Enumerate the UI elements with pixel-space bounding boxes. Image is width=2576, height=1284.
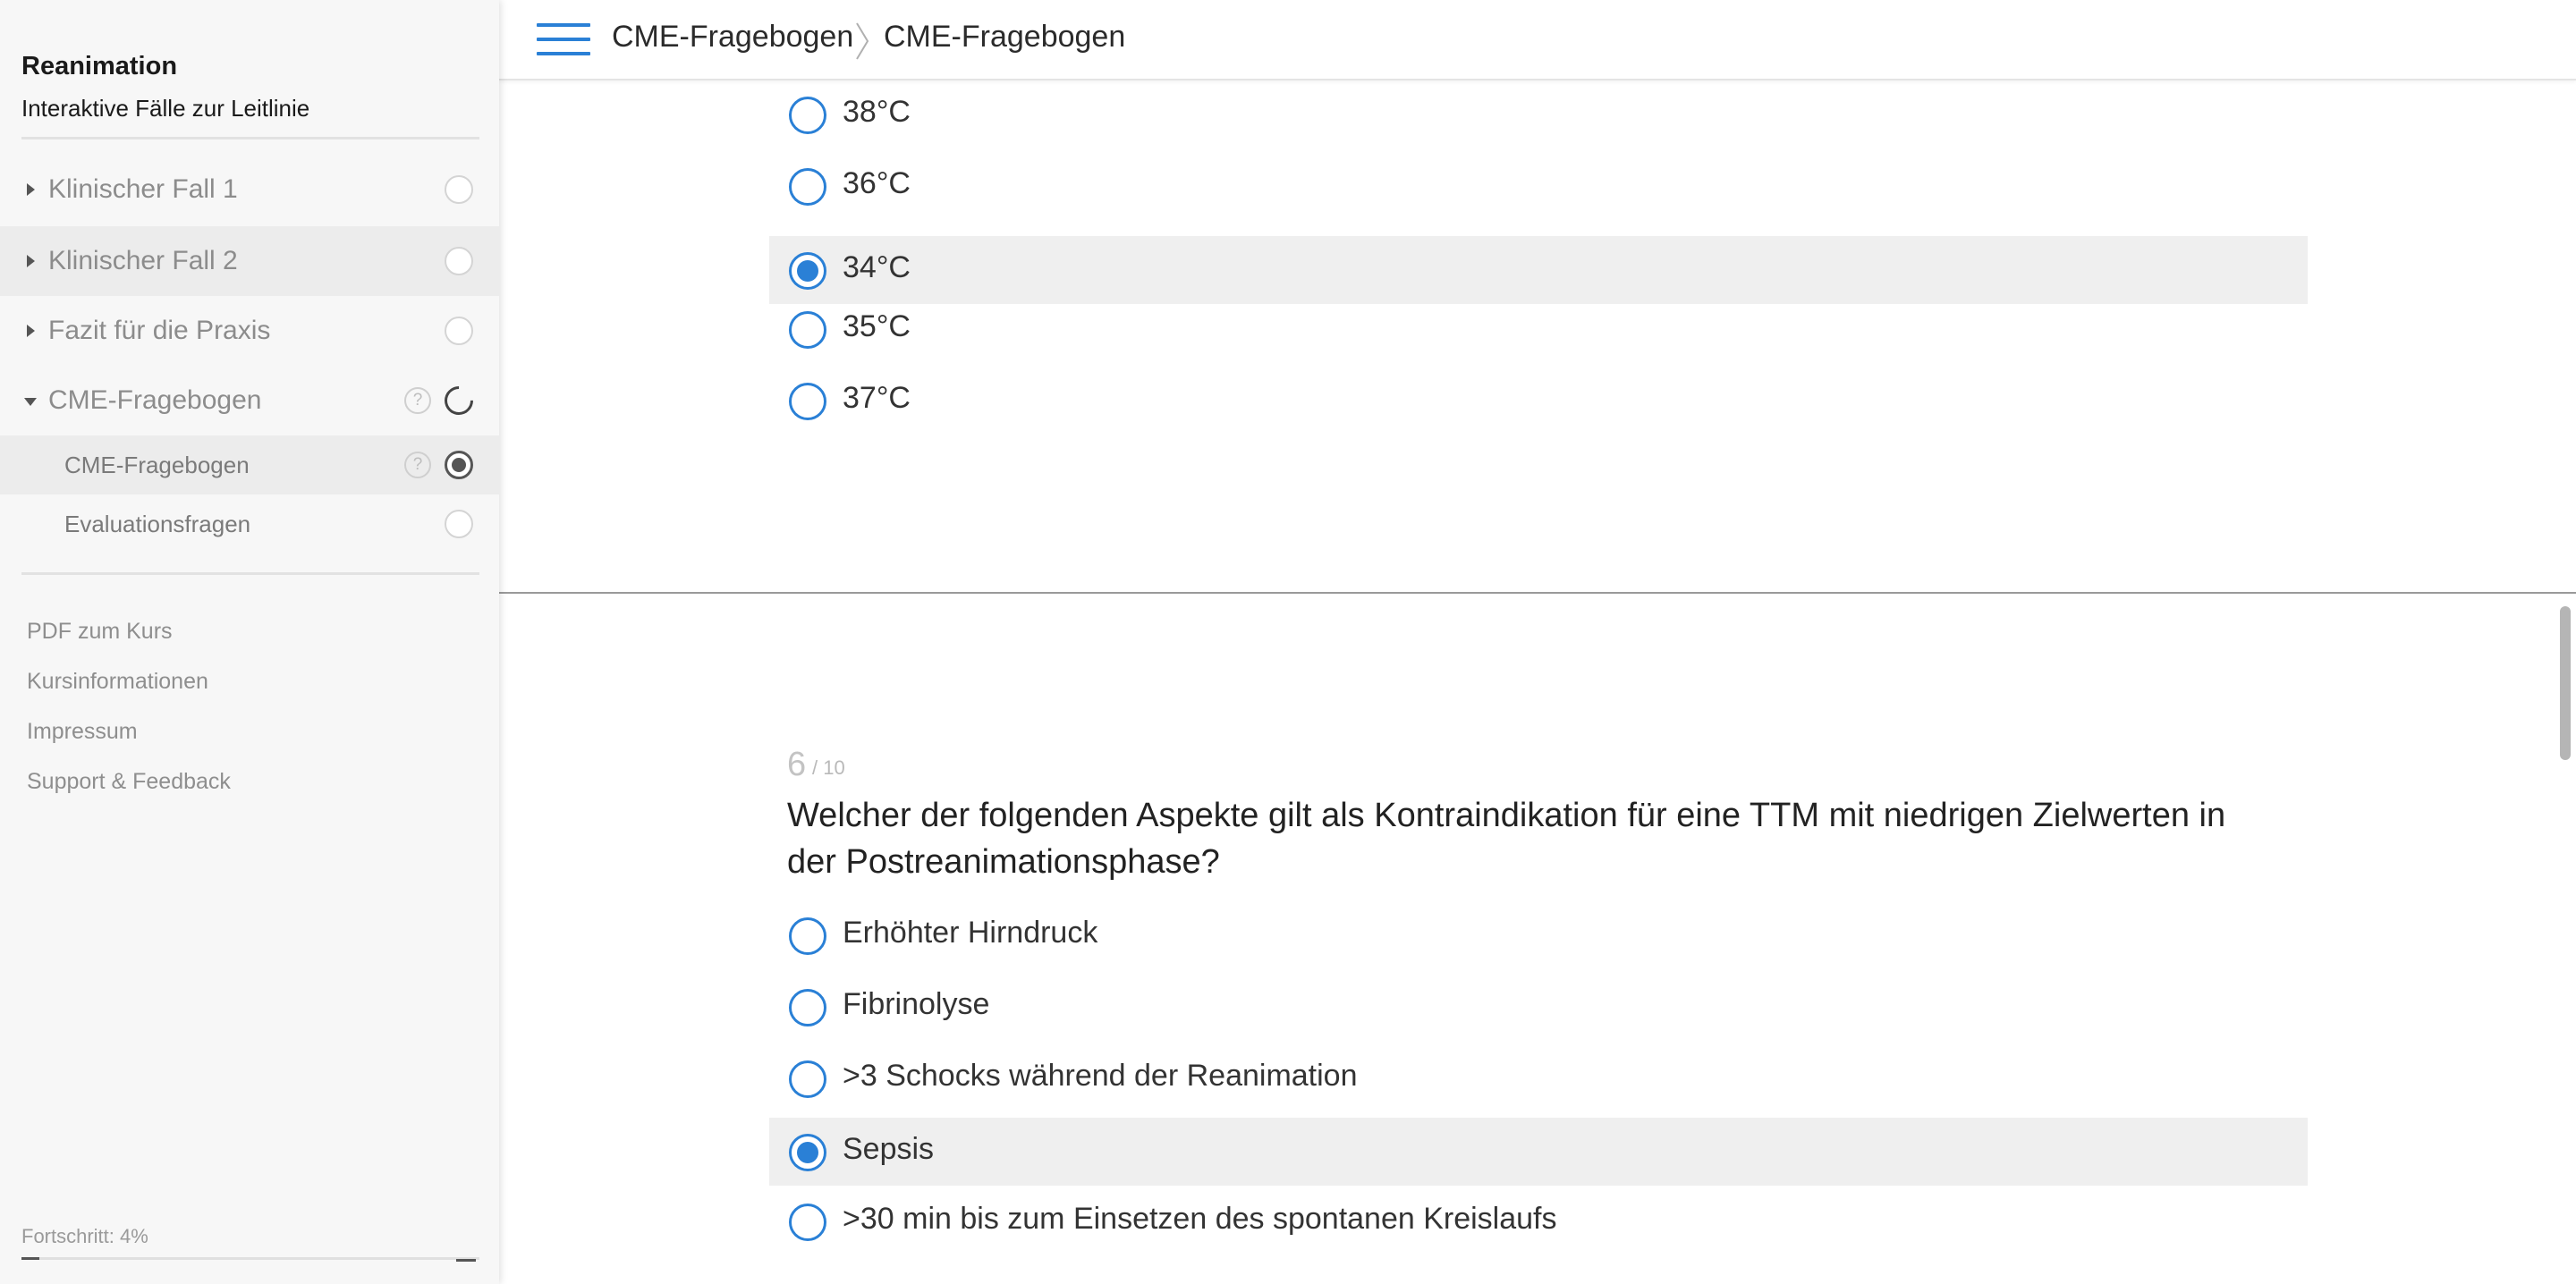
course-title: Reanimation (21, 52, 178, 80)
breadcrumb-separator-icon (856, 22, 869, 60)
nav-item-cme-fragebogen[interactable]: CME-Fragebogen ? (0, 366, 499, 435)
radio-button[interactable] (789, 1134, 826, 1171)
radio-button[interactable] (789, 252, 826, 290)
help-icon[interactable]: ? (404, 387, 431, 414)
answer-option[interactable]: 36°C (769, 152, 2308, 220)
progress-label: Fortschritt: 4% (21, 1225, 148, 1247)
answer-label: 34°C (843, 250, 911, 284)
sidebar-divider (21, 137, 479, 139)
sidebar-divider (21, 572, 479, 575)
answer-option[interactable]: >30 min bis zum Einsetzen des spontanen … (769, 1187, 2308, 1255)
link-impressum[interactable]: Impressum (27, 719, 138, 745)
progress-bar (21, 1257, 479, 1260)
radio-button[interactable] (789, 1060, 826, 1098)
status-empty-icon (445, 175, 473, 204)
answer-label: 37°C (843, 381, 911, 415)
answer-option[interactable]: 38°C (769, 80, 2308, 148)
answer-option[interactable]: 34°C (769, 236, 2308, 304)
status-empty-icon (445, 247, 473, 275)
breadcrumb-item[interactable]: CME-Fragebogen (612, 20, 853, 55)
caret-right-icon (27, 325, 35, 337)
question-text: Welcher der folgenden Aspekte gilt als K… (787, 797, 2226, 881)
question-number: 6 (787, 746, 807, 783)
nav-item-label: CME-Fragebogen (64, 451, 250, 478)
nav-item-label: Klinischer Fall 1 (48, 174, 238, 204)
question-total: / 10 (812, 756, 845, 779)
help-icon[interactable]: ? (404, 452, 431, 478)
header: CME-Fragebogen CME-Fragebogen (499, 0, 2576, 80)
sidebar: Reanimation Interaktive Fälle zur Leitli… (0, 0, 499, 1284)
answer-label: 38°C (843, 95, 911, 129)
nav-item-klinischer-fall-2[interactable]: Klinischer Fall 2 (0, 226, 499, 296)
breadcrumb-item[interactable]: CME-Fragebogen (884, 20, 1125, 55)
answer-option[interactable]: >3 Schocks während der Reanimation (769, 1044, 2308, 1112)
nav-item-label: Fazit für die Praxis (48, 316, 271, 345)
menu-icon[interactable] (537, 23, 590, 57)
answer-option[interactable]: Erhöhter Hirndruck (769, 901, 2308, 969)
question-divider (499, 592, 2576, 594)
link-kursinformationen[interactable]: Kursinformationen (27, 669, 208, 695)
radio-button[interactable] (789, 97, 826, 134)
scrollbar-thumb[interactable] (2560, 606, 2571, 760)
nav-item-fazit[interactable]: Fazit für die Praxis (0, 296, 499, 366)
collapse-icon[interactable] (456, 1259, 476, 1262)
status-empty-icon (445, 510, 473, 538)
radio-button[interactable] (789, 1204, 826, 1241)
answer-option[interactable]: 37°C (769, 367, 2308, 435)
question-content: 38°C 36°C 34°C 35°C 37°C 6 / 10 Welcher … (499, 80, 2576, 1284)
nav-subitem-cme-fragebogen[interactable]: CME-Fragebogen ? (0, 435, 499, 494)
answer-option[interactable]: Sepsis (769, 1118, 2308, 1186)
answer-label: Fibrinolyse (843, 987, 990, 1021)
answer-label: 35°C (843, 309, 911, 343)
nav-item-label: Klinischer Fall 2 (48, 246, 238, 275)
status-empty-icon (445, 317, 473, 345)
answer-option[interactable]: 35°C (769, 295, 2308, 363)
radio-button[interactable] (789, 311, 826, 349)
answer-label: Sepsis (843, 1132, 935, 1166)
course-subtitle: Interaktive Fälle zur Leitlinie (21, 95, 310, 122)
link-support-feedback[interactable]: Support & Feedback (27, 769, 231, 795)
answer-option[interactable]: Fibrinolyse (769, 973, 2308, 1041)
nav-item-label: CME-Fragebogen (48, 385, 262, 415)
status-current-icon (445, 451, 473, 479)
caret-right-icon (27, 183, 35, 196)
answer-label: >3 Schocks während der Reanimation (843, 1059, 1358, 1093)
answer-label: >30 min bis zum Einsetzen des spontanen … (843, 1202, 1557, 1236)
answer-label: 36°C (843, 166, 911, 200)
caret-down-icon (24, 398, 37, 406)
radio-button[interactable] (789, 917, 826, 955)
answer-label: Erhöhter Hirndruck (843, 916, 1098, 950)
radio-button[interactable] (789, 989, 826, 1026)
nav-item-klinischer-fall-1[interactable]: Klinischer Fall 1 (0, 155, 499, 224)
nav-subitem-evaluationsfragen[interactable]: Evaluationsfragen (0, 494, 499, 553)
progress-fill (21, 1257, 40, 1260)
caret-right-icon (27, 255, 35, 267)
nav-item-label: Evaluationsfragen (64, 510, 251, 537)
radio-button[interactable] (789, 168, 826, 206)
in-progress-icon (438, 380, 479, 421)
radio-button[interactable] (789, 383, 826, 420)
link-pdf-zum-kurs[interactable]: PDF zum Kurs (27, 619, 173, 645)
